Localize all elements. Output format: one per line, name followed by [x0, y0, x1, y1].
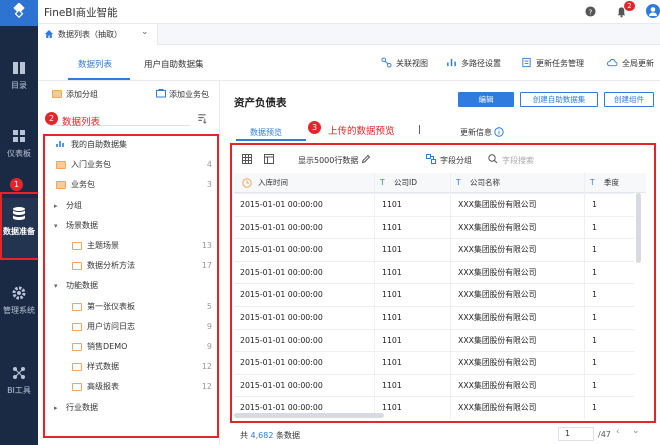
multipath-icon [447, 58, 456, 67]
notification-badge: 2 [624, 1, 635, 11]
sidebar-item-label: BI工具 [7, 386, 31, 395]
sidebar-item-admin[interactable]: 管理系统 [0, 285, 38, 316]
dashboard-icon [13, 130, 25, 142]
tab-data-preview[interactable]: 数据预览 [250, 127, 282, 138]
tab-data-list[interactable]: 数据列表（抽取） ⌄ [38, 24, 158, 45]
annotation-label-2: 数据列表 [62, 117, 101, 128]
page-size-chevron-down-icon[interactable]: ⌄ [632, 426, 640, 436]
page-title: 资产负债表 [234, 97, 287, 109]
prev-page-chevron-icon[interactable]: ‹ [616, 427, 620, 437]
annotation-badge-1: 1 [10, 178, 23, 191]
gear-icon [12, 286, 26, 300]
global-update-button[interactable]: 全局更新 [622, 58, 654, 69]
cloud-update-icon [607, 59, 618, 67]
main-panel: 资产负债表 编辑 创建自助数据集 创建组件 数据预览 更新信息 | 3 上传的数… [220, 81, 660, 445]
add-folder-icon [52, 90, 62, 98]
page-input[interactable]: 1 [558, 427, 594, 441]
annotation-box-2 [43, 134, 219, 438]
catalog-icon [13, 62, 25, 74]
info-icon[interactable] [494, 127, 504, 137]
update-task-management-button[interactable]: 更新任务管理 [536, 58, 584, 69]
tab-data-list-view[interactable]: 数据列表 [78, 58, 112, 70]
sidebar-item-dashboard[interactable]: 仪表板 [0, 128, 38, 159]
annotation-label-3: 上传的数据预览 [328, 126, 395, 137]
tab-update-info[interactable]: 更新信息 [460, 127, 492, 138]
app-title: FineBI商业智能 [44, 7, 118, 19]
sidebar-item-bi-tools[interactable]: BI工具 [0, 365, 38, 396]
relation-view-button[interactable]: 关联视图 [396, 58, 428, 69]
multipath-settings-button[interactable]: 多路径设置 [461, 58, 501, 69]
relation-view-icon [381, 57, 392, 68]
active-tab-indicator [68, 78, 130, 80]
add-pack-icon [156, 89, 166, 98]
help-icon[interactable]: ? [585, 6, 596, 17]
add-business-pack-button[interactable]: 添加业务包 [156, 89, 209, 100]
sort-icon[interactable] [196, 113, 208, 124]
avatar[interactable] [646, 4, 660, 18]
tab-label: 数据列表（抽取） [58, 30, 122, 39]
top-bar: FineBI商业智能 ? 2 1 ⌄ [38, 0, 660, 24]
sidebar-item-label: 仪表板 [7, 149, 31, 158]
tools-icon [13, 367, 25, 379]
tab-chevron-down-icon[interactable]: ⌄ [141, 27, 149, 37]
annotation-badge-2: 2 [45, 112, 58, 125]
annotation-box-3 [230, 143, 656, 423]
sidebar-item-label: 目录 [11, 81, 27, 90]
left-panel: 添加分组 添加业务包 2 数据列表 我的自助数据集 入门业务包 4 业务包 3 ▸ 分组 ▾ 场… [38, 81, 220, 445]
edit-button[interactable]: 编辑 [458, 92, 514, 107]
create-self-service-dataset-button[interactable]: 创建自助数据集 [520, 92, 598, 107]
app-logo[interactable] [0, 0, 38, 26]
preview-tab-indicator [236, 139, 306, 141]
svg-text:?: ? [589, 7, 593, 16]
add-group-button[interactable]: 添加分组 [52, 89, 98, 100]
tab-divider: | [418, 125, 422, 135]
update-task-icon [522, 57, 531, 68]
user-icon [649, 7, 657, 16]
record-count: 共 4,682 条数据 [240, 431, 300, 440]
create-component-button[interactable]: 创建组件 [604, 92, 654, 107]
total-pages: /47 [598, 430, 611, 439]
sidebar-item-catalog[interactable]: 目录 [0, 60, 38, 91]
tab-user-datasets[interactable]: 用户自助数据集 [144, 58, 204, 70]
home-icon [45, 30, 53, 38]
annotation-badge-3: 3 [308, 121, 321, 134]
sidebar-item-label: 管理系统 [3, 306, 35, 315]
sub-nav: 数据列表 用户自助数据集 关联视图 多路径设置 更新任务管理 全局更新 [38, 45, 660, 81]
annotation-box-1 [0, 192, 40, 260]
tab-bar: 数据列表（抽取） ⌄ [38, 24, 660, 45]
logo-icon [13, 3, 25, 19]
sidebar: 目录 仪表板 数据准备 管理系统 BI工具 1 [0, 0, 40, 445]
